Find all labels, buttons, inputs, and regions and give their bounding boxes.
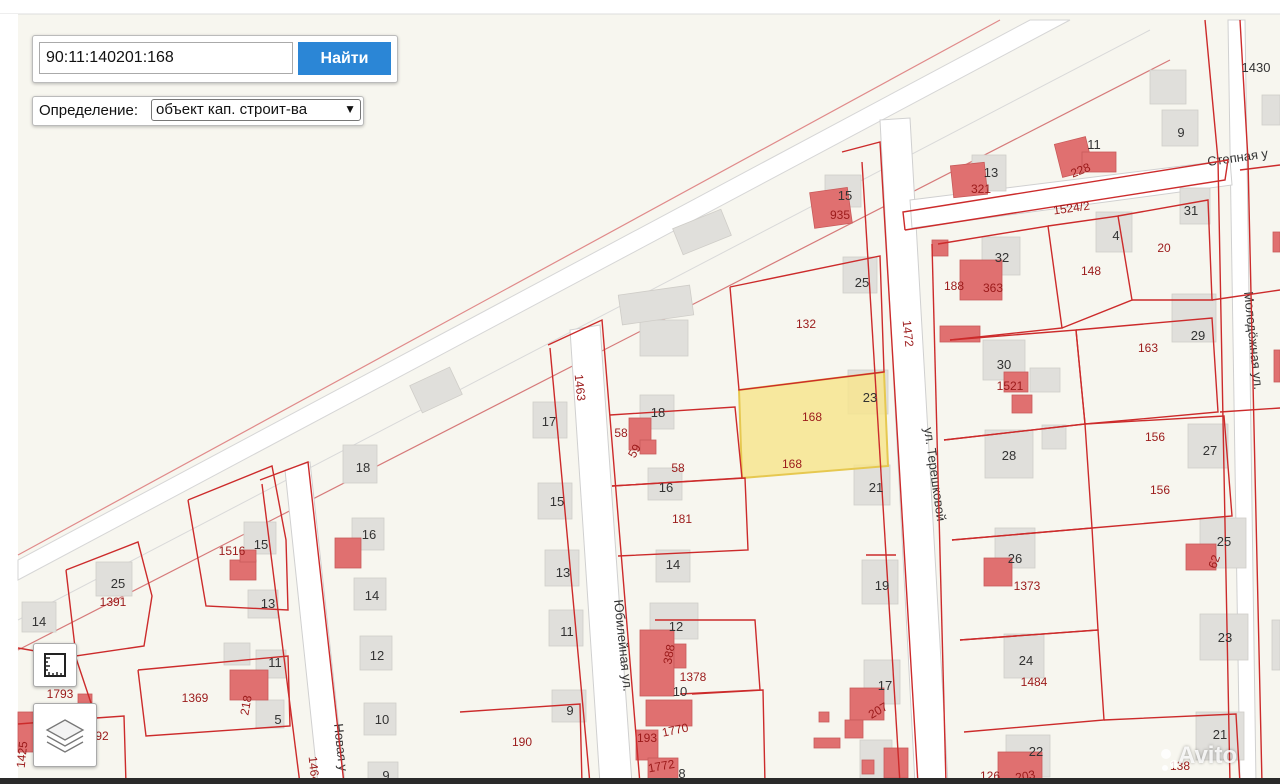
svg-text:14: 14 [365,588,379,603]
definition-selected-value: объект кап. строит-ва [156,101,308,118]
ruler-icon [44,653,66,677]
bottom-bar [0,778,1280,784]
svg-text:10: 10 [673,684,687,699]
svg-text:24: 24 [1019,653,1033,668]
svg-text:15: 15 [550,494,564,509]
chevron-down-icon: ▼ [344,102,356,116]
svg-text:148: 148 [1081,264,1101,278]
svg-text:363: 363 [983,281,1003,295]
svg-text:14: 14 [32,614,46,629]
search-panel: Найти [32,35,398,83]
svg-text:9: 9 [566,703,573,718]
svg-text:1793: 1793 [47,687,74,701]
svg-text:25: 25 [111,576,125,591]
svg-text:21: 21 [1213,727,1227,742]
svg-text:13: 13 [261,596,275,611]
svg-text:18: 18 [356,460,370,475]
svg-text:193: 193 [637,731,657,745]
svg-text:21: 21 [869,480,883,495]
svg-text:25: 25 [1217,534,1231,549]
svg-text:31: 31 [1184,203,1198,218]
svg-text:4: 4 [1112,228,1119,243]
definition-panel: Определение: объект кап. строит-ва ▼ [32,96,364,126]
svg-text:26: 26 [1008,551,1022,566]
svg-text:188: 188 [944,279,964,293]
svg-text:58: 58 [671,461,685,475]
measure-ruler-button[interactable] [33,643,77,687]
svg-text:181: 181 [672,512,692,526]
svg-text:1369: 1369 [182,691,209,705]
svg-text:16: 16 [362,527,376,542]
svg-text:10: 10 [375,712,389,727]
svg-text:935: 935 [830,208,850,222]
svg-text:15: 15 [254,537,268,552]
svg-text:1516: 1516 [219,544,246,558]
svg-text:1425: 1425 [14,740,31,768]
left-strip [0,14,18,784]
svg-text:25: 25 [855,275,869,290]
svg-text:16: 16 [659,480,673,495]
svg-text:23: 23 [1218,630,1232,645]
svg-text:11: 11 [1087,137,1101,152]
definition-select[interactable]: объект кап. строит-ва ▼ [151,99,361,121]
svg-text:28: 28 [1002,448,1016,463]
top-strip [0,0,1280,14]
find-button[interactable]: Найти [298,42,391,75]
layers-button[interactable] [33,703,97,767]
svg-text:5: 5 [274,712,281,727]
svg-text:27: 27 [1203,443,1217,458]
svg-text:58: 58 [614,426,628,440]
cadastral-number-input[interactable] [39,42,293,74]
svg-text:190: 190 [512,735,532,749]
svg-text:18: 18 [651,405,665,420]
svg-text:11: 11 [560,624,574,639]
definition-label: Определение: [39,102,139,119]
svg-text:22: 22 [1029,744,1043,759]
svg-text:14: 14 [666,557,680,572]
avito-watermark: Avito [1178,742,1238,769]
svg-text:13: 13 [556,565,570,580]
svg-text:1521: 1521 [997,379,1024,393]
svg-text:13: 13 [984,165,998,180]
svg-text:17: 17 [878,678,892,693]
svg-text:1463: 1463 [572,374,589,402]
svg-text:163: 163 [1138,341,1158,355]
svg-text:19: 19 [875,578,889,593]
svg-text:23: 23 [863,390,877,405]
svg-text:1373: 1373 [1014,579,1041,593]
svg-text:1378: 1378 [680,670,707,684]
svg-text:1472: 1472 [900,320,917,348]
svg-text:1484: 1484 [1021,675,1048,689]
svg-text:321: 321 [971,182,991,196]
avito-logo-icon [1161,749,1178,771]
svg-text:17: 17 [542,414,556,429]
svg-text:1430: 1430 [1242,60,1271,75]
svg-text:12: 12 [370,648,384,663]
svg-text:168: 168 [782,457,802,471]
svg-text:132: 132 [796,317,816,331]
svg-text:156: 156 [1150,483,1170,497]
svg-text:32: 32 [995,250,1009,265]
svg-text:20: 20 [1157,241,1171,255]
svg-text:92: 92 [95,729,109,743]
svg-text:29: 29 [1191,328,1205,343]
svg-text:156: 156 [1145,430,1165,444]
svg-text:11: 11 [268,655,282,670]
svg-text:15: 15 [838,188,852,203]
svg-text:30: 30 [997,357,1011,372]
svg-text:9: 9 [1177,125,1184,140]
svg-text:168: 168 [802,410,822,424]
layers-icon [45,719,85,753]
svg-text:12: 12 [669,619,683,634]
svg-text:1391: 1391 [100,595,127,609]
